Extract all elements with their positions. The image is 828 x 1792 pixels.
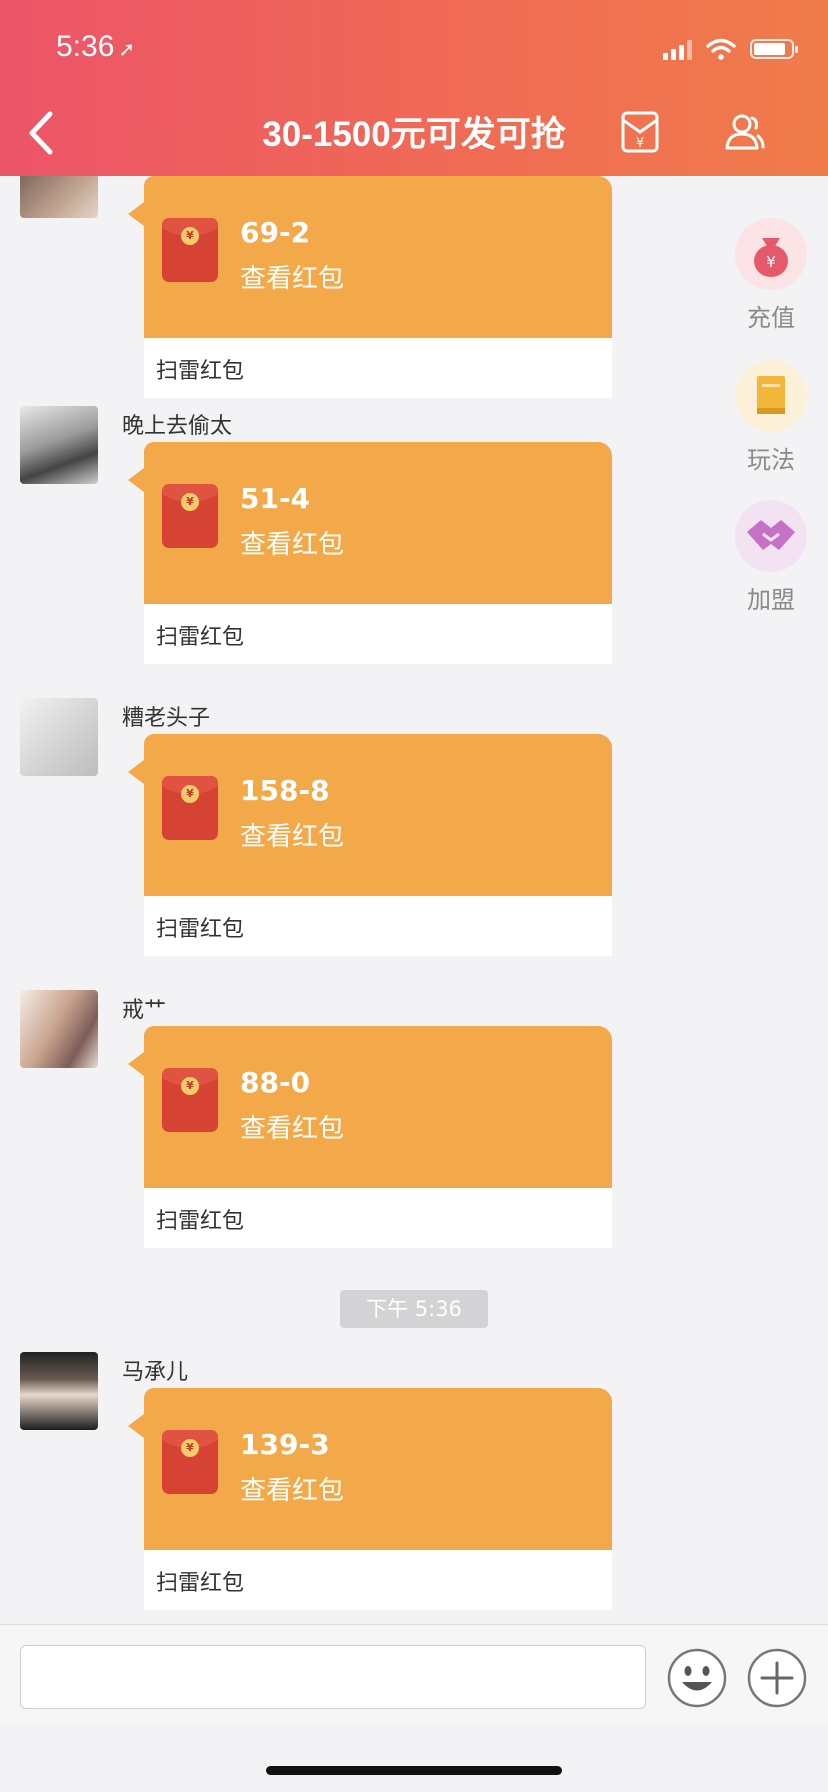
red-envelope-icon: ¥ bbox=[162, 218, 218, 282]
red-envelope-icon: ¥ bbox=[162, 776, 218, 840]
side-recharge-label: 充值 bbox=[747, 304, 795, 332]
side-rules-label: 玩法 bbox=[747, 446, 795, 474]
packet-amount: 139-3 bbox=[240, 1428, 330, 1461]
packet-type-label: 扫雷红包 bbox=[156, 625, 245, 650]
red-packet-bubble[interactable]: ¥ 158-8 查看红包 bbox=[128, 734, 612, 896]
side-join-button[interactable]: 加盟 bbox=[726, 500, 816, 615]
wifi-icon bbox=[706, 38, 736, 60]
sender-name: 马承儿 bbox=[122, 1360, 189, 1385]
cellular-signal-icon bbox=[663, 38, 692, 60]
packet-type-footer: 扫雷红包 bbox=[144, 1550, 612, 1610]
red-packet-icon[interactable]: ¥ bbox=[618, 110, 662, 154]
red-envelope-icon: ¥ bbox=[162, 1430, 218, 1494]
red-packet-bubble[interactable]: ¥ 69-2 查看红包 bbox=[128, 176, 612, 338]
packet-type-label: 扫雷红包 bbox=[156, 1209, 245, 1234]
chat-message: 糟老头子 ¥ 158-8 查看红包 扫雷红包 bbox=[0, 698, 700, 956]
packet-type-footer: 扫雷红包 bbox=[144, 1188, 612, 1248]
status-time-text: 5:36 bbox=[56, 30, 115, 63]
timestamp-divider: 下午 5:36 bbox=[340, 1290, 488, 1328]
sender-name: 糟老头子 bbox=[122, 706, 211, 731]
sender-avatar[interactable] bbox=[20, 406, 98, 484]
svg-text:¥: ¥ bbox=[766, 253, 776, 271]
emoji-icon[interactable] bbox=[666, 1647, 728, 1709]
packet-amount: 88-0 bbox=[240, 1066, 311, 1099]
red-packet-bubble[interactable]: ¥ 88-0 查看红包 bbox=[128, 1026, 612, 1188]
money-bag-icon: ¥ bbox=[735, 218, 807, 290]
side-join-label: 加盟 bbox=[747, 586, 795, 614]
red-packet-bubble[interactable]: ¥ 139-3 查看红包 bbox=[128, 1388, 612, 1550]
red-envelope-icon: ¥ bbox=[162, 1068, 218, 1132]
view-packet-label: 查看红包 bbox=[240, 264, 345, 294]
plus-icon[interactable] bbox=[746, 1647, 808, 1709]
handshake-icon bbox=[735, 500, 807, 572]
page-title: 30-1500元可发可抢 bbox=[262, 115, 566, 154]
packet-type-footer: 扫雷红包 bbox=[144, 604, 612, 664]
side-rules-button[interactable]: 玩法 bbox=[726, 360, 816, 475]
home-indicator[interactable] bbox=[266, 1766, 562, 1775]
chat-message: 马承儿 ¥ 139-3 查看红包 扫雷红包 bbox=[0, 1352, 700, 1610]
view-packet-label: 查看红包 bbox=[240, 1476, 345, 1506]
packet-amount: 158-8 bbox=[240, 774, 330, 807]
packet-amount: 51-4 bbox=[240, 482, 311, 515]
chat-message: 晚上去偷太 ¥ 51-4 查看红包 扫雷红包 bbox=[0, 406, 700, 664]
sender-name: 戒艹 bbox=[122, 998, 167, 1023]
packet-type-label: 扫雷红包 bbox=[156, 1571, 245, 1596]
packet-type-label: 扫雷红包 bbox=[156, 917, 245, 942]
sender-avatar[interactable] bbox=[20, 176, 98, 218]
sender-avatar[interactable] bbox=[20, 990, 98, 1068]
packet-type-footer: 扫雷红包 bbox=[144, 896, 612, 956]
group-members-icon[interactable] bbox=[722, 110, 766, 154]
side-recharge-button[interactable]: ¥ 充值 bbox=[726, 218, 816, 333]
battery-icon bbox=[750, 39, 798, 59]
view-packet-label: 查看红包 bbox=[240, 530, 345, 560]
svg-text:¥: ¥ bbox=[636, 136, 644, 151]
packet-type-footer: 扫雷红包 bbox=[144, 338, 612, 398]
view-packet-label: 查看红包 bbox=[240, 1114, 345, 1144]
red-packet-bubble[interactable]: ¥ 51-4 查看红包 bbox=[128, 442, 612, 604]
location-arrow-icon: ➚ bbox=[118, 39, 136, 61]
status-time: 5:36 ➚ bbox=[56, 30, 135, 64]
chat-area[interactable]: ¥ 69-2 查看红包 扫雷红包 晚上去偷太 ¥ 51-4 查看红包 扫雷红包 … bbox=[0, 176, 828, 1624]
input-bar bbox=[0, 1624, 828, 1725]
chat-message: 戒艹 ¥ 88-0 查看红包 扫雷红包 bbox=[0, 990, 700, 1248]
packet-amount: 69-2 bbox=[240, 216, 311, 249]
view-packet-label: 查看红包 bbox=[240, 822, 345, 852]
sender-avatar[interactable] bbox=[20, 1352, 98, 1430]
sender-avatar[interactable] bbox=[20, 698, 98, 776]
sender-name: 晚上去偷太 bbox=[122, 414, 233, 439]
header-bar: 5:36 ➚ 30-1500元可发可抢 ¥ bbox=[0, 0, 828, 176]
status-indicators bbox=[663, 36, 798, 62]
red-envelope-icon: ¥ bbox=[162, 484, 218, 548]
message-input[interactable] bbox=[20, 1645, 646, 1709]
book-icon bbox=[735, 360, 807, 432]
chat-message: ¥ 69-2 查看红包 扫雷红包 bbox=[0, 176, 700, 398]
battery-fill bbox=[754, 43, 785, 55]
packet-type-label: 扫雷红包 bbox=[156, 359, 245, 384]
